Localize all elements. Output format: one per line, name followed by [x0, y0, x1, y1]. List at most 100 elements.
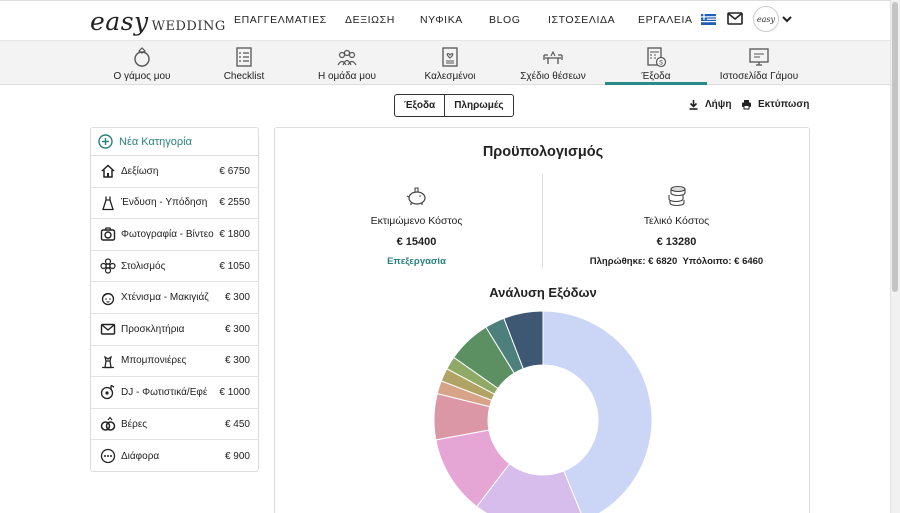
paid-amount: Πληρώθηκε: € 6820 [589, 256, 678, 267]
tab-label: Έξοδα [641, 71, 671, 82]
category-name: Διάφορα [121, 450, 160, 462]
topnav-professionals[interactable]: ΕΠΑΓΓΕΛΜΑΤΙΕΣ [234, 14, 327, 26]
top-navbar: easy WEDDING ΕΠΑΓΓΕΛΜΑΤΙΕΣ ΔΕΞΙΩΣΗ ΝΥΦΙΚ… [0, 0, 890, 41]
category-amount: € 300 [224, 355, 250, 367]
tab-my-wedding[interactable]: Ο γάμος μου [96, 41, 188, 85]
topnav-blog[interactable]: BLOG [489, 14, 521, 26]
tab-my-team[interactable]: Η ομάδα μου [312, 41, 382, 85]
new-category-label: Νέα Κατηγορία [119, 135, 192, 148]
view-toggle: Έξοδα Πληρωμές [394, 94, 514, 117]
mail-icon[interactable] [727, 12, 743, 25]
checklist-icon [236, 47, 252, 67]
category-row[interactable]: Βέρες € 450 [91, 409, 258, 441]
favors-icon [102, 355, 114, 369]
category-row[interactable]: Χτένισμα - Μακιγιάζ € 300 [91, 282, 258, 314]
category-row[interactable]: Στολισμός € 1050 [91, 251, 258, 283]
more-icon [100, 448, 116, 464]
estimated-cost-amount: € 15400 [396, 236, 437, 248]
topnav-reception[interactable]: ΔΕΞΙΩΣΗ [345, 14, 395, 26]
download-label: Λήψη [705, 99, 732, 110]
logo-easy-text: easy [90, 7, 149, 36]
expenses-donut-chart [433, 310, 653, 513]
category-row[interactable]: Φωτογραφία - Βίντεο € 1800 [91, 219, 258, 251]
greek-flag-icon[interactable] [701, 14, 716, 25]
tab-wedding-website[interactable]: Ιστοσελίδα Γάμου [714, 41, 804, 85]
plus-circle-icon [98, 134, 113, 149]
avatar-text: easy [756, 14, 776, 24]
tab-label: Checklist [223, 71, 265, 82]
budget-page: easy WEDDING ΕΠΑΓΓΕΛΜΑΤΙΕΣ ΔΕΞΙΩΣΗ ΝΥΦΙΚ… [0, 0, 900, 513]
ring-icon [134, 47, 150, 67]
camera-icon [100, 227, 116, 242]
paid-remaining: Πληρώθηκε: € 6820 Υπόλοιπο: € 6460 [543, 256, 810, 267]
category-name: Προσκλητήρια [121, 323, 185, 335]
tab-label: Ο γάμος μου [113, 71, 171, 82]
category-amount: € 450 [224, 418, 250, 430]
category-name: Στολισμός [121, 260, 166, 272]
category-amount: € 300 [224, 292, 250, 304]
category-row[interactable]: Διάφορα € 900 [91, 440, 258, 472]
print-label: Εκτύπωση [758, 99, 810, 110]
piggy-bank-icon [406, 187, 426, 205]
coins-icon [667, 185, 686, 207]
category-name: Χτένισμα - Μακιγιάζ [121, 292, 209, 304]
svg-text:$: $ [659, 60, 663, 67]
chart-title: Ανάλυση Εξόδων [489, 285, 597, 300]
category-row[interactable]: Ένδυση - Υπόδηση € 2550 [91, 188, 258, 220]
tab-label: Καλεσμένοι [424, 71, 476, 82]
easywedding-logo[interactable]: easy WEDDING [90, 7, 226, 36]
website-icon [749, 48, 769, 66]
toggle-payments[interactable]: Πληρωμές [445, 95, 512, 116]
expenses-icon: $ [647, 47, 667, 68]
seating-icon [543, 50, 563, 64]
download-button[interactable]: Λήψη [688, 99, 731, 110]
category-row[interactable]: DJ - Φωτιστικά/Εφέ € 1000 [91, 377, 258, 409]
category-name: DJ - Φωτιστικά/Εφέ [121, 386, 208, 398]
new-category-button[interactable]: Νέα Κατηγορία [91, 128, 258, 156]
estimated-cost-label: Εκτιμώμενο Κόστος [370, 215, 463, 227]
flower-icon [100, 258, 116, 274]
scrollbar-thumb[interactable] [892, 2, 898, 292]
category-name: Φωτογραφία - Βίντεο [121, 228, 214, 240]
makeup-icon [101, 292, 115, 305]
category-amount: € 300 [224, 323, 250, 335]
final-cost-label: Τελικό Κόστος [643, 215, 710, 227]
budget-title: Προϋπολογισμός [482, 144, 604, 160]
category-row[interactable]: Προσκλητήρια € 300 [91, 314, 258, 346]
tab-checklist[interactable]: Checklist [210, 41, 278, 85]
remaining-amount: Υπόλοιπο: € 6460 [682, 256, 764, 267]
category-name: Δεξίωση [121, 165, 159, 177]
edit-estimated-link[interactable]: Επεξεργασία [283, 256, 550, 267]
print-button[interactable]: Εκτύπωση [741, 99, 809, 110]
category-amount: € 1000 [219, 386, 250, 398]
tab-expenses[interactable]: $ Έξοδα [605, 41, 707, 85]
home-icon [101, 164, 115, 179]
rings-icon [100, 416, 116, 431]
category-row[interactable]: Δεξίωση € 6750 [91, 156, 258, 188]
tab-label: Η ομάδα μου [317, 71, 377, 82]
topnav-bridal[interactable]: ΝΥΦΙΚΑ [420, 14, 463, 26]
logo-wedding-text: WEDDING [151, 19, 226, 34]
final-cost-block: Τελικό Κόστος € 13280 Πληρώθηκε: € 6820 … [543, 184, 810, 267]
tab-label: Ιστοσελίδα Γάμου [719, 71, 799, 82]
music-icon [100, 385, 115, 400]
topnav-website[interactable]: ΙΣΤΟΣΕΛΙΔΑ [548, 14, 615, 26]
user-avatar[interactable]: easy [753, 6, 779, 32]
planner-tabs: Ο γάμος μου Checklist Η ομάδα μου Καλεσμ… [0, 41, 890, 85]
category-amount: € 6750 [219, 165, 250, 177]
category-amount: € 1800 [219, 228, 250, 240]
category-row[interactable]: Μπομπονιέρες € 300 [91, 346, 258, 378]
chevron-down-icon[interactable] [781, 14, 793, 24]
tab-guests[interactable]: Καλεσμένοι [418, 41, 482, 85]
category-name: Ένδυση - Υπόδηση [121, 197, 208, 209]
topnav-tools[interactable]: ΕΡΓΑΛΕΙΑ [638, 14, 693, 26]
category-amount: € 2550 [219, 197, 250, 209]
category-amount: € 900 [224, 450, 250, 462]
guests-icon [442, 47, 458, 67]
category-amount: € 1050 [219, 260, 250, 272]
toggle-expenses[interactable]: Έξοδα [395, 95, 446, 116]
tab-seating-plan[interactable]: Σχέδιο θέσεων [516, 41, 590, 85]
tab-label: Σχέδιο θέσεων [520, 71, 586, 82]
download-icon [689, 100, 698, 110]
printer-icon [742, 100, 751, 110]
